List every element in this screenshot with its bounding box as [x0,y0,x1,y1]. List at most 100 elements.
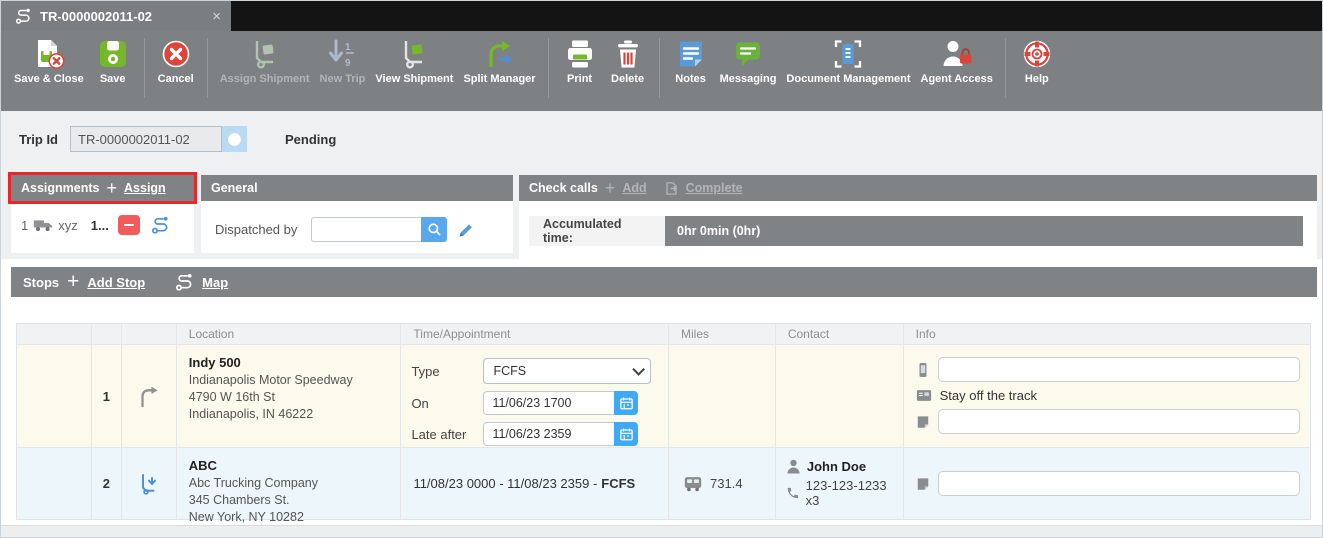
messaging-button[interactable]: Messaging [715,38,782,86]
save-close-button[interactable]: Save & Close [9,38,89,86]
column-stop-type [122,324,177,344]
late-after-calendar-button[interactable] [614,422,638,446]
stop-number: 2 [92,448,122,519]
print-label: Print [567,73,592,86]
stops-title: Stops [23,275,59,290]
svg-text:9: 9 [345,58,351,69]
location-name: ABC [189,458,393,473]
document-management-icon [832,38,864,70]
stop-note-text: Stay off the track [940,388,1037,403]
route-icon [175,273,194,292]
new-trip-button: 1 9 New Trip [315,38,371,86]
save-button[interactable]: Save [89,38,137,86]
appointment-type-select[interactable]: FCFS [483,358,651,384]
contact-phone: 123-123-1233 x3 [806,478,903,508]
help-button[interactable]: Help [1013,38,1061,86]
stop-info-cell [904,448,1310,519]
toolbar-separator [144,38,145,98]
stop-location: ABC Abc Trucking Company 345 Chambers St… [177,448,402,519]
stop-contact-cell [776,345,904,447]
calendar-icon [619,396,634,411]
cancel-button[interactable]: Cancel [152,38,200,86]
save-close-label: Save & Close [14,73,84,86]
notes-button[interactable]: Notes [667,38,715,86]
dispatched-by-input[interactable] [311,217,421,242]
on-calendar-button[interactable] [614,391,638,415]
stop-miles-cell [669,345,776,447]
trip-id-label: Trip Id [19,132,58,147]
delete-label: Delete [611,73,644,86]
split-manager-button[interactable]: Split Manager [458,38,540,86]
messaging-label: Messaging [720,73,777,86]
truck-icon [33,218,53,232]
stops-header: Stops + Add Stop Map [11,267,1317,297]
location-name: Indy 500 [189,355,393,370]
search-icon [427,222,442,237]
on-date-input[interactable] [483,391,614,415]
view-shipment-icon [398,38,430,70]
document-management-label: Document Management [786,73,910,86]
map-link[interactable]: Map [202,275,228,290]
check-calls-title: Check calls [529,181,598,195]
split-manager-icon [484,38,516,70]
route-icon[interactable] [151,216,170,235]
agent-access-button[interactable]: Agent Access [916,38,998,86]
new-trip-label: New Trip [320,73,366,86]
dispatched-by-search-button[interactable] [421,217,447,242]
location-line: Indianapolis Motor Speedway [189,372,393,389]
info-note-input[interactable] [938,409,1300,434]
delete-icon [612,38,644,70]
notes-page-icon [916,477,930,491]
assign-link[interactable]: Assign [124,181,166,195]
assignments-header: Assignments + Assign [11,175,194,201]
plus-icon: + [605,178,616,199]
assignment-row: 1 xyz 1... [11,201,194,235]
notes-page-icon [916,415,930,429]
new-trip-icon: 1 9 [326,38,358,70]
app-window: TR-0000002011-02 × Save & Close Save [0,0,1323,538]
tab-title: TR-0000002011-02 [40,9,152,24]
assignments-panel: Assignments + Assign 1 xyz 1... [11,175,194,253]
pencil-icon [457,221,475,239]
assignments-title: Assignments [21,181,100,195]
row-blank-cell [17,448,92,519]
column-blank [17,324,92,344]
toolbar-separator [207,38,208,98]
agent-access-icon [941,38,973,70]
location-line: New York, NY 10282 [189,509,393,526]
delete-button[interactable]: Delete [604,38,652,86]
trip-locate-button[interactable] [222,126,247,152]
location-line: Abc Trucking Company [189,475,393,492]
document-management-button[interactable]: Document Management [781,38,915,86]
stops-table-header: Location Time/Appointment Miles Contact … [17,324,1310,344]
trip-id-input[interactable] [70,126,222,152]
footer-strip [1,525,1322,537]
late-after-date-input[interactable] [483,422,614,446]
svg-text:1: 1 [345,42,351,53]
plus-icon: + [67,270,79,294]
save-close-icon [33,38,65,70]
remove-assignment-button[interactable] [118,215,140,235]
miles-value: 731.4 [710,476,743,491]
late-after-label: Late after [411,427,483,442]
tab-trip[interactable]: TR-0000002011-02 × [1,1,231,31]
plus-icon: + [107,178,118,199]
add-stop-link[interactable]: Add Stop [87,275,145,290]
notes-icon [675,38,707,70]
info-note-input[interactable] [938,471,1300,496]
dispatched-by-label: Dispatched by [215,222,311,237]
print-button[interactable]: Print [556,38,604,86]
toolbar-separator [548,38,549,98]
assignment-driver: xyz [58,218,78,233]
toolbar-separator [659,38,660,98]
tab-close-icon[interactable]: × [212,8,221,25]
on-label: On [411,396,483,411]
edit-dispatcher-button[interactable] [457,221,475,239]
minus-icon [124,224,134,226]
check-calls-header: Check calls + Add Complete [519,175,1317,201]
info-phone-input[interactable] [938,357,1300,382]
assignment-truck-number: 1... [91,218,109,233]
complete-page-icon [664,181,679,196]
view-shipment-button[interactable]: View Shipment [370,38,458,86]
tab-bar: TR-0000002011-02 × [1,1,1322,31]
